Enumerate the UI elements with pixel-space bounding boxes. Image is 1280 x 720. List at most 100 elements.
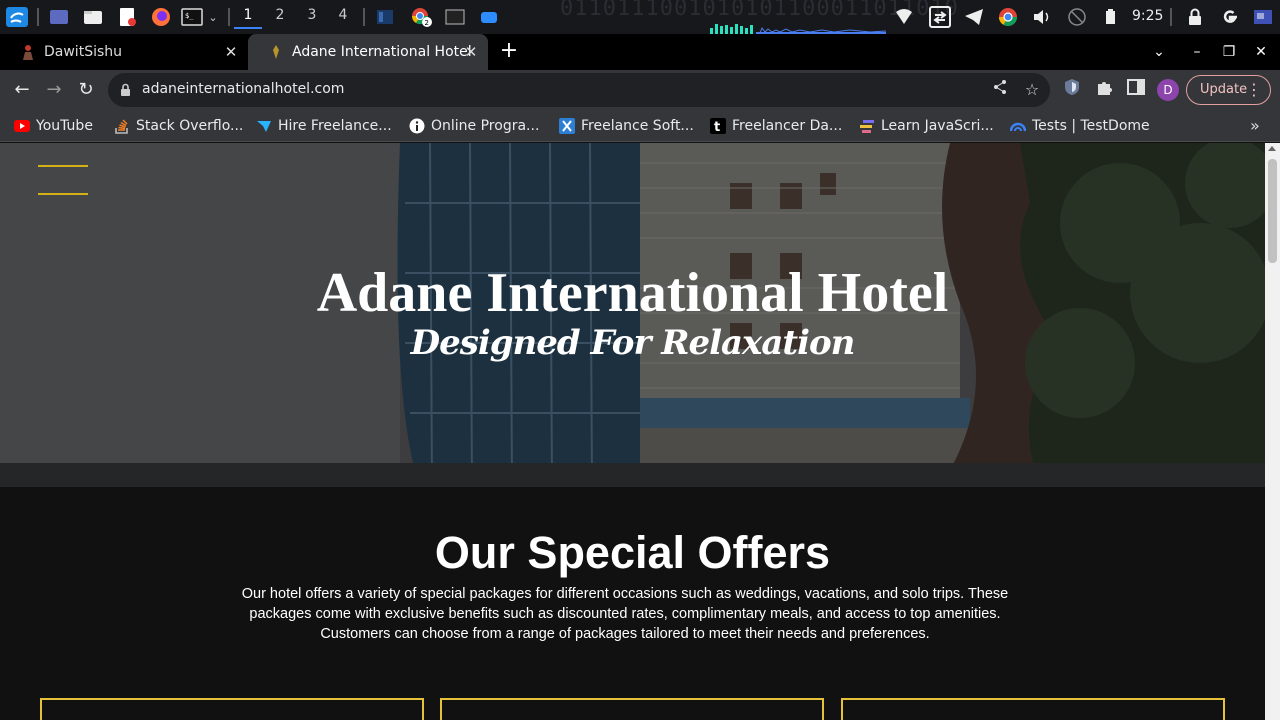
- workspace-3[interactable]: 3: [304, 7, 320, 23]
- bookmark-testdome[interactable]: Tests | TestDome: [1010, 116, 1150, 136]
- workspace-2[interactable]: 2: [272, 7, 288, 23]
- bookmark-label: YouTube: [36, 118, 93, 134]
- offers-heading: Our Special Offers: [434, 527, 831, 578]
- panel-clock[interactable]: 9:25: [1132, 8, 1163, 24]
- audio-visualizer: [710, 24, 886, 34]
- person-favicon-icon: [20, 44, 36, 60]
- bookmark-label: Hire Freelance...: [278, 118, 392, 134]
- bookmark-label: Tests | TestDome: [1032, 118, 1150, 134]
- tab-title: DawitSishu: [44, 44, 123, 60]
- bookmark-youtube[interactable]: YouTube: [14, 116, 93, 136]
- tab-title: Adane International Hotel: [292, 44, 472, 60]
- close-tab-icon[interactable]: ✕: [462, 43, 480, 61]
- taskbar-zoom-icon[interactable]: [478, 6, 500, 28]
- os-top-panel: 0110111001010101100011011010 $_ ⌄ 1 2 3 …: [0, 0, 1280, 34]
- firefox-icon[interactable]: [150, 6, 172, 28]
- close-tab-icon[interactable]: ✕: [222, 43, 240, 61]
- update-label: Update: [1200, 82, 1248, 97]
- taskbar-chrome-icon[interactable]: 2: [408, 6, 434, 28]
- page-scrollbar[interactable]: [1265, 143, 1280, 720]
- youtube-icon: [14, 118, 30, 134]
- browser-toolbar: ← → ↻ adaneinternationalhotel.com ☆ D Up…: [0, 70, 1280, 110]
- offer-card[interactable]: [841, 698, 1225, 720]
- wifi-icon[interactable]: [894, 6, 914, 28]
- taskbar-app-icon[interactable]: [374, 6, 396, 28]
- hotel-favicon-icon: [268, 44, 284, 60]
- share-icon[interactable]: [988, 78, 1012, 102]
- tab-search-chevron-icon[interactable]: ⌄: [1149, 42, 1169, 62]
- bookmarks-bar: YouTube Stack Overflo... Hire Freelance.…: [0, 110, 1280, 142]
- svg-text:t: t: [714, 120, 720, 134]
- hero-section: Adane International Hotel Designed For R…: [0, 143, 1265, 487]
- taskbar-terminal-icon[interactable]: [444, 6, 466, 28]
- files-icon[interactable]: [82, 6, 104, 28]
- terminal-icon[interactable]: $_: [180, 6, 204, 28]
- menu-hamburger-icon[interactable]: [38, 165, 88, 197]
- profile-avatar[interactable]: D: [1157, 79, 1179, 101]
- battery-icon[interactable]: [1100, 6, 1120, 28]
- lock-screen-icon[interactable]: [1185, 6, 1205, 28]
- shield-extension-icon[interactable]: [1060, 78, 1084, 102]
- scroll-up-arrow-icon[interactable]: [1268, 146, 1276, 151]
- bookmark-stackoverflow[interactable]: Stack Overflo...: [114, 116, 243, 136]
- chrome-tray-icon[interactable]: [997, 6, 1019, 28]
- forward-arrow-icon[interactable]: →: [42, 78, 66, 102]
- text-editor-icon[interactable]: [116, 6, 138, 28]
- hero-title: Adane International Hotel: [316, 262, 949, 324]
- extensions-puzzle-icon[interactable]: [1092, 78, 1116, 102]
- panel-separator: [1170, 8, 1172, 26]
- sync-app-icon[interactable]: [928, 6, 952, 28]
- special-offers-section: Our Special Offers Our hotel offers a va…: [0, 487, 1265, 720]
- javascript-icon: [859, 118, 875, 134]
- chevron-down-icon[interactable]: ⌄: [206, 6, 220, 28]
- show-desktop-icon[interactable]: [1252, 6, 1274, 28]
- google-icon[interactable]: [1219, 6, 1241, 28]
- panel-separator: [37, 8, 39, 26]
- offer-card[interactable]: [40, 698, 424, 720]
- start-menu-icon[interactable]: [4, 6, 30, 28]
- x-icon: [559, 118, 575, 134]
- workspace-switcher-icon[interactable]: [48, 6, 70, 28]
- workspace-4[interactable]: 4: [335, 7, 351, 23]
- url-text[interactable]: adaneinternationalhotel.com: [142, 81, 344, 97]
- bookmark-freelance-software[interactable]: Freelance Soft...: [559, 116, 694, 136]
- bookmark-freelancer-dashboard[interactable]: t Freelancer Da...: [710, 116, 842, 136]
- bookmark-star-icon[interactable]: ☆: [1020, 78, 1044, 102]
- scrollbar-thumb[interactable]: [1268, 159, 1277, 263]
- info-icon: [409, 118, 425, 134]
- freelancer-icon: [256, 118, 272, 134]
- tab-dawitsishu[interactable]: DawitSishu ✕: [0, 34, 248, 70]
- workspace-1[interactable]: 1: [234, 7, 262, 29]
- hero-subtitle: Designed For Relaxation: [410, 323, 856, 363]
- minimize-icon[interactable]: –: [1187, 42, 1207, 62]
- new-tab-plus-icon[interactable]: +: [498, 40, 520, 62]
- close-window-icon[interactable]: ✕: [1251, 42, 1271, 62]
- bookmark-label: Freelancer Da...: [732, 118, 843, 134]
- offer-card[interactable]: [440, 698, 824, 720]
- browser-tab-strip: DawitSishu ✕ Adane International Hotel ✕…: [0, 34, 1280, 70]
- side-panel-icon[interactable]: [1124, 78, 1148, 102]
- chrome-badge-count: 2: [425, 19, 429, 27]
- page-viewport: Adane International Hotel Designed For R…: [0, 143, 1265, 720]
- tab-adane-hotel[interactable]: Adane International Hotel ✕: [248, 34, 488, 70]
- panel-separator: [228, 8, 230, 26]
- bookmarks-overflow-icon[interactable]: »: [1250, 116, 1260, 135]
- offers-description: Our hotel offers a variety of special pa…: [241, 586, 1009, 642]
- lock-icon[interactable]: [120, 82, 131, 101]
- restore-icon[interactable]: ❐: [1219, 42, 1239, 62]
- volume-icon[interactable]: [1031, 6, 1053, 28]
- update-button[interactable]: Update ⋮: [1186, 75, 1271, 105]
- bookmark-label: Learn JavaScri...: [881, 118, 994, 134]
- bookmark-label: Online Progra...: [431, 118, 540, 134]
- notifications-off-icon[interactable]: [1066, 6, 1088, 28]
- address-bar[interactable]: adaneinternationalhotel.com ☆: [108, 73, 1050, 107]
- bookmark-learn-javascript[interactable]: Learn JavaScri...: [859, 116, 994, 136]
- more-menu-icon[interactable]: ⋮: [1246, 76, 1262, 104]
- telegram-icon[interactable]: [963, 6, 985, 28]
- reload-icon[interactable]: ↻: [74, 78, 98, 102]
- bookmark-online-programming[interactable]: Online Progra...: [409, 116, 539, 136]
- bookmark-hire-freelancer[interactable]: Hire Freelance...: [256, 116, 392, 136]
- bookmark-label: Freelance Soft...: [581, 118, 694, 134]
- back-arrow-icon[interactable]: ←: [10, 78, 34, 102]
- testdome-icon: [1010, 118, 1026, 134]
